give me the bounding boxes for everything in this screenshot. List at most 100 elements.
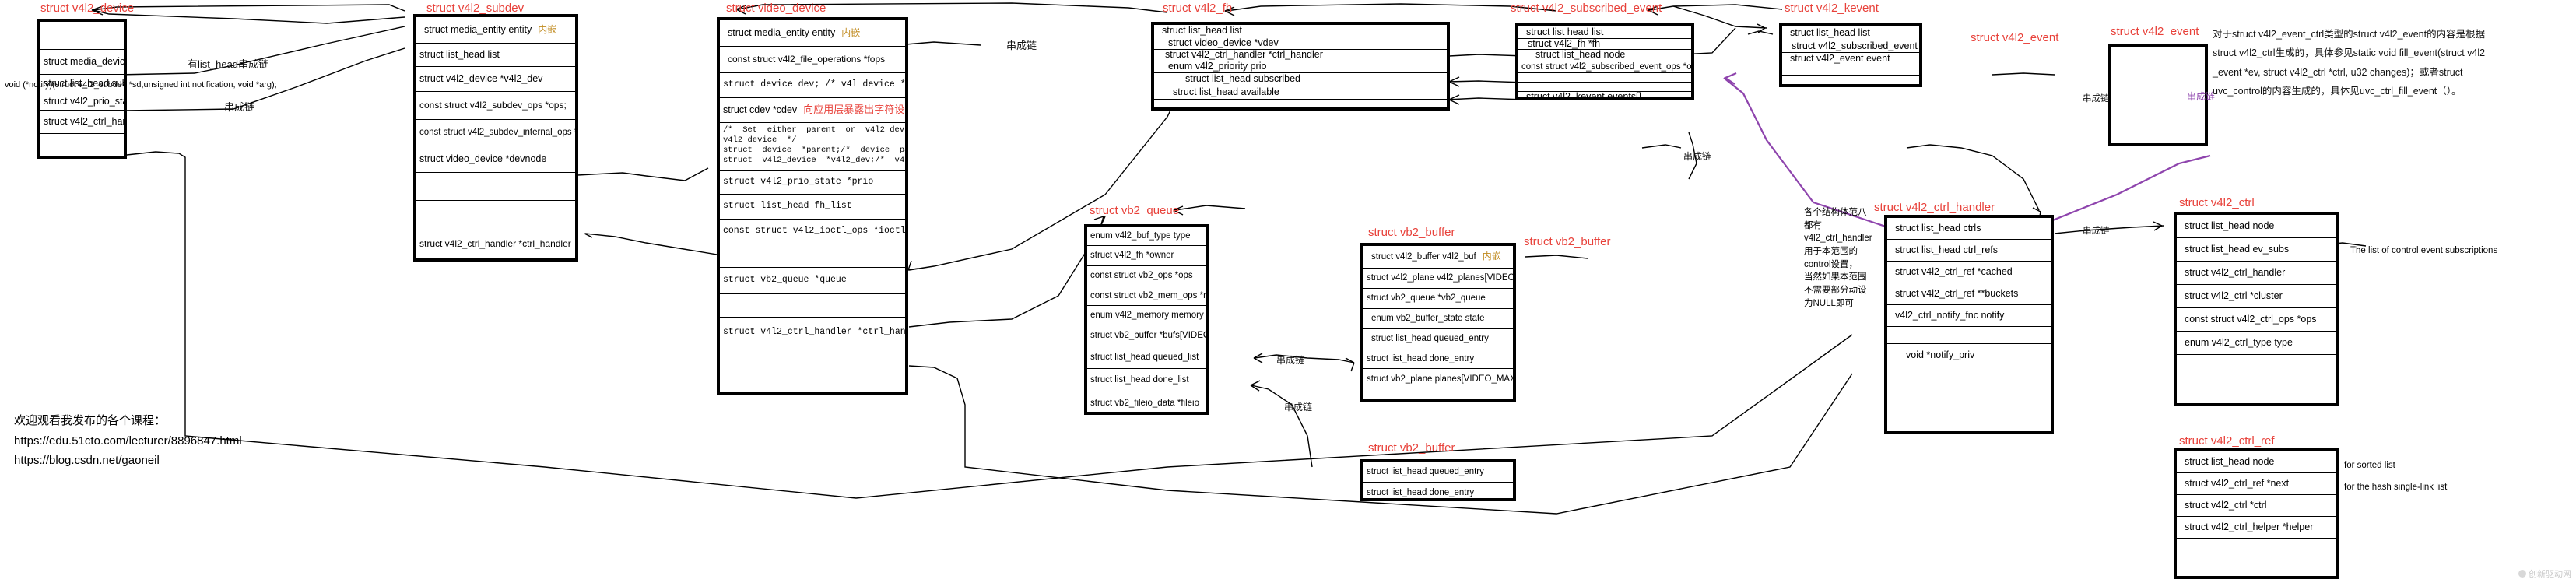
title-v4l2-event-inline: struct v4l2_event [1971,31,2059,44]
row: const struct vb2_ops *ops [1087,266,1206,286]
row: struct v4l2_subscribed_event *sev [1782,40,1919,53]
row: struct list_head done_list [1087,369,1206,392]
row: struct v4l2_fh *fh [1518,38,1691,50]
title-v4l2-ctrl-handler: struct v4l2_ctrl_handler [1874,201,1995,214]
title-video-device: struct video_device [726,2,826,15]
title-vb2-buffer-small: struct vb2_buffer [1368,441,1455,455]
title-v4l2-subdev: struct v4l2_subdev [426,2,525,15]
row-text: struct media_entity entity [728,26,836,38]
box-v4l2-ctrl-ref: struct list_head node struct v4l2_ctrl_r… [2174,448,2339,579]
row-text: struct media_entity entity [424,23,532,35]
row: struct list_head ctrls [1887,218,2051,240]
row: /* Set either parent or v4l2_dev if your… [720,123,905,171]
row: struct list_head node [2177,215,2336,238]
promo-line-3[interactable]: https://blog.csdn.net/gaoneil [14,451,242,471]
inline-note: 内嵌 [538,23,557,35]
row: void *notify_priv [1887,344,2051,367]
row [2177,355,2336,403]
row: const struct v4l2_file_operations *fops [720,47,905,73]
box-v4l2-fh: struct list_head list struct video_devic… [1151,22,1450,111]
row: struct list head list [1518,26,1691,39]
row: struct list_head queued_list [1087,346,1206,369]
row: struct list_head ev_subs [2177,238,2336,262]
row: v4l2_ctrl_notify_fnc notify [1887,305,2051,327]
row: const struct v4l2_subdev_internal_ops *i… [416,120,575,146]
watermark-dot-icon [2518,570,2526,578]
row [1887,367,2051,430]
annotation-chain-6: 串成链 [1284,402,1313,413]
watermark-text: 创新驱动网 [2529,570,2571,579]
row: const struct v4l2_subdev_ops *ops; [416,92,575,120]
promo-line-1: 欢迎观看我发布的各个课程： [14,414,167,427]
row: struct v4l2_ctrl *cluster [2177,285,2336,308]
box-vb2-buffer: struct v4l2_buffer v4l2_buf 内嵌 struct v4… [1360,243,1516,402]
row: struct media_entity entity 内嵌 [720,20,905,47]
row: enum v4l2_buf_type type [1087,227,1206,246]
row [40,134,124,156]
annotation-chain-4: 串成链 [1683,151,1712,162]
row: struct video_device *vdev [1154,37,1447,50]
row: struct v4l2_prio_state *prio [720,171,905,195]
title-v4l2-event: struct v4l2_event [2111,25,2199,38]
box-v4l2-kevent: struct list_head list struct v4l2_subscr… [1779,23,1922,87]
title-v4l2-ctrl-ref: struct v4l2_ctrl_ref [2179,434,2275,448]
row: struct vb2_fileio_data *fileio [1090,398,1199,408]
row: struct v4l2_ctrl_handler *ctrl_handler [723,326,908,337]
row: struct v4l2_ctrl_ref **buckets [1887,283,2051,305]
row: struct list_head done_entry [1367,487,1475,497]
annotation-chain-1: 串成链 [224,101,255,113]
row [1782,76,1919,84]
row [1782,65,1919,76]
row [40,22,124,50]
annotation-chain-5: 串成链 [1276,355,1305,366]
box-v4l2-subscribed-event: struct list head list struct v4l2_fh *fh… [1515,23,1694,100]
box-v4l2-subdev: struct media_entity entity 内嵌 struct lis… [413,14,578,262]
row: struct vb2_queue *queue [720,268,905,294]
row [1887,327,2051,344]
box-video-device: struct media_entity entity 内嵌 const stru… [717,17,908,395]
row: struct list_head list [1782,26,1919,40]
row: struct v4l2_event event [1782,53,1919,65]
row: struct list_head list [1154,25,1447,37]
title-v4l2-device: struct v4l2_device [40,2,135,15]
row: const struct v4l2_ioctl_ops *ioctl_ops [720,220,905,244]
notify-prototype: void (*notify)(struct v4l2_subdev *sd,un… [5,80,277,90]
title-v4l2-kevent: struct v4l2_kevent [1785,2,1879,15]
row: enum v4l2_memory memory [1087,306,1206,325]
row: struct list_head queued_entry [1363,329,1513,349]
row: struct vb2_plane planes[VIDEO_MAX_PLANES… [1367,374,1516,385]
row: struct media_device *mdev [40,50,124,75]
row: enum v4l2_priority prio [1154,61,1447,73]
row: struct v4l2_fh *owner [1087,246,1206,266]
row [1518,73,1691,83]
row: struct v4l2_plane v4l2_planes[VIDEO_MAX_… [1363,269,1513,289]
row: struct list_head ctrl_refs [1887,240,2051,262]
box-v4l2-ctrl: struct list_head node struct list_head e… [2174,212,2339,406]
hash-single-link-note: for the hash single-link list [2344,483,2448,492]
row: struct v4l2_ctrl_handler [2177,262,2336,285]
annotation-chain-7: 串成链 [2083,94,2110,104]
row: struct v4l2_prio_state [40,93,124,111]
row: enum vb2_buffer_state state [1363,309,1513,329]
row-text: struct v4l2_buffer v4l2_buf [1371,251,1476,262]
row [2177,539,2336,573]
row: struct v4l2_device *v4l2_dev [416,67,575,92]
annotation-chain-2: 串成链 [1006,40,1037,51]
row: struct v4l2_ctrl_ref *next [2177,473,2336,495]
row [720,294,905,318]
row: struct list_head fh_list [720,195,905,220]
title-vb2-buffer: struct vb2_buffer [1368,226,1455,239]
watermark: 创新驱动网 [2518,567,2571,580]
row: const struct v4l2_ctrl_ops *ops [2177,308,2336,332]
row: struct device dev; /* v4l device */ [720,73,905,98]
row: struct v4l2_ctrl *ctrl [2177,495,2336,517]
inline-note: 内嵌 [841,26,861,38]
row: struct v4l2_ctrl_handler * [40,111,124,134]
row [416,201,575,230]
title-v4l2-ctrl: struct v4l2_ctrl [2179,196,2255,209]
promo-line-2[interactable]: https://edu.51cto.com/lecturer/8896847.h… [14,431,242,451]
row: struct list_head available [1154,86,1447,100]
row: struct list_head queued_entry [1363,462,1513,483]
promo-block: 欢迎观看我发布的各个课程： https://edu.51cto.com/lect… [14,411,242,471]
row: struct list_head list [416,44,575,67]
